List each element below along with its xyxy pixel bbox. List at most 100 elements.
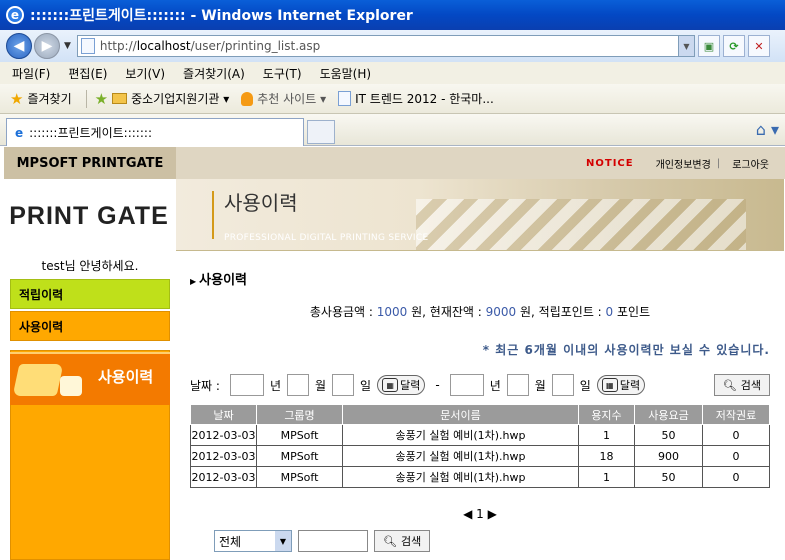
ie-icon: e [6,6,24,24]
next-page-icon[interactable]: ▶ [488,507,497,521]
cell-group: MPSoft [256,424,343,446]
sidebar-panel-title: 사용이력 [98,368,154,386]
search-label: 검색 [400,535,422,548]
prev-page-icon[interactable]: ◀ [463,507,472,521]
sidebar-panel-header: 사용이력 [10,352,170,405]
url-host: localhost [136,39,191,53]
fav-item-it-trend[interactable]: IT 트렌드 2012 - 한국마... [338,90,494,107]
fav-item-label: 추천 사이트 ▾ [257,92,327,106]
filter-select[interactable]: 전체 ▼ [214,530,292,552]
section-title-text: 사용이력 [199,273,247,288]
summary-balance-value: 9000 [485,305,517,319]
web-page: MPSOFT PRINTGATE NOTICE 개인정보변경 | 로그아웃 PR… [0,147,785,560]
to-calendar-button[interactable]: ▦ 달력 [596,375,646,395]
filter-search-button[interactable]: 🔍︎ 검색 [374,530,431,552]
url-path: /user/printing_list.asp [190,39,321,53]
menu-help[interactable]: 도움말(H) [320,65,372,82]
from-year-input[interactable] [229,374,264,396]
summary-points-label: 원, 적립포인트 : [516,305,606,319]
logo-text: PRINT GATE [9,201,169,230]
favorites-bar: ★ 즐겨찾기 ★ 중소기업지원기관 ▾ 추천 사이트 ▾ IT 트렌드 2012 -… [0,84,785,114]
menu-view[interactable]: 보기(V) [125,65,165,82]
cell-document: 송풍기 실험 예비(1차).hwp [342,445,579,467]
date-search-button[interactable]: 🔍︎ 검색 [713,374,770,396]
history-dropdown-icon[interactable]: ▼ [64,41,71,51]
cell-group: MPSoft [256,466,343,488]
forward-button[interactable]: ▶ [34,33,60,59]
year-label: 년 [269,378,281,393]
tab-bar: e:::::::프린트게이트::::::: ⌂ ▾ [0,114,785,146]
address-dropdown-icon[interactable]: ▼ [677,36,694,56]
menu-favorites[interactable]: 즐겨찾기(A) [183,65,245,82]
main-content: ▶ 사용이력 총사용금액 : 1000 원, 현재잔액 : 9000 원, 적립포… [190,259,780,560]
cell-fee: 900 [634,445,703,467]
section-title: ▶ 사용이력 [190,269,247,288]
filter-selected: 전체 [219,534,242,549]
sidebar-item-usage[interactable]: 사용이력 [10,311,170,341]
address-bar[interactable]: http://localhost/user/printing_list.asp … [76,35,695,57]
from-month-input[interactable] [287,374,309,396]
coins-icon [60,376,82,396]
cell-group: MPSoft [256,445,343,467]
col-fee: 사용요금 [634,404,703,425]
printgate-logo[interactable]: PRINT GATE [8,179,170,253]
col-group: 그룹명 [256,404,343,425]
to-year-input[interactable] [449,374,484,396]
refresh-icon[interactable]: ⟳ [722,35,745,57]
to-day-input[interactable] [551,374,574,396]
cell-sheets: 18 [578,445,635,467]
tab-printgate[interactable]: e:::::::프린트게이트::::::: [6,118,304,146]
cell-copyright: 0 [702,424,770,446]
profile-link[interactable]: 개인정보변경 [656,156,711,171]
notice-link[interactable]: NOTICE [586,158,634,169]
day-label: 일 [579,378,591,393]
back-button[interactable]: ◀ [6,33,32,59]
summary-balance-label: 원, 현재잔액 : [407,305,486,319]
cell-fee: 50 [634,424,703,446]
menu-bar: 파일(F) 편집(E) 보기(V) 즐겨찾기(A) 도구(T) 도움말(H) [0,62,785,84]
window-title: :::::::프린트게이트::::::: - Windows Internet … [30,8,413,24]
compat-view-icon[interactable]: ▣ [697,35,720,57]
calendar-icon: ▦ [601,378,618,392]
from-day-input[interactable] [332,374,355,396]
fav-item-label: 중소기업지원기관 ▾ [131,92,230,106]
home-icon[interactable]: ⌂ ▾ [756,120,779,139]
from-calendar-button[interactable]: ▦ 달력 [377,375,426,395]
range-dash: - [435,378,440,392]
favorites-label: 즐겨찾기 [27,92,72,106]
usage-summary: 총사용금액 : 1000 원, 현재잔액 : 9000 원, 적립포인트 : 0… [190,303,770,320]
fav-item-suggested[interactable]: 추천 사이트 ▾ [241,90,326,107]
url-prefix: http:// [99,39,137,53]
add-favorite-icon: ★ [94,89,109,108]
fav-item-agency[interactable]: ★ 중소기업지원기관 ▾ [95,90,230,108]
stop-icon[interactable]: ✕ [747,35,770,57]
to-month-input[interactable] [506,374,529,396]
logout-link[interactable]: 로그아웃 [732,156,769,171]
table-header-row: 날짜 그룹명 문서이름 용지수 사용요금 저작권료 [190,404,770,425]
date-label: 날짜 : [190,378,220,393]
brand-header: MPSOFT PRINTGATE [4,147,176,179]
filter-search-input[interactable] [298,530,368,552]
summary-points-unit: 포인트 [613,305,651,319]
tab-title: :::::::프린트게이트::::::: [29,126,152,140]
banner-accent [212,191,214,239]
menu-edit[interactable]: 편집(E) [68,65,107,82]
menu-tools[interactable]: 도구(T) [263,65,302,82]
sidebar-item-points[interactable]: 적립이력 [10,279,170,309]
month-label: 월 [315,378,327,393]
cell-document: 송풍기 실험 예비(1차).hwp [342,466,579,488]
folder-icon [112,93,128,104]
new-tab-button[interactable] [307,120,335,144]
banner-title: 사용이력 [224,191,298,215]
year-label: 년 [489,378,501,393]
calendar-label: 달력 [400,379,421,392]
cell-copyright: 0 [702,445,770,467]
cell-sheets: 1 [578,424,635,446]
menu-file[interactable]: 파일(F) [12,65,50,82]
page-icon [80,38,95,54]
banner-subtitle: PROFESSIONAL DIGITAL PRINTING SERVICE [224,233,429,243]
page-number[interactable]: 1 [476,507,484,521]
favorites-button[interactable]: ★ 즐겨찾기 [10,90,72,108]
col-sheets: 용지수 [578,404,635,425]
search-icon: 🔍︎ [722,378,737,392]
